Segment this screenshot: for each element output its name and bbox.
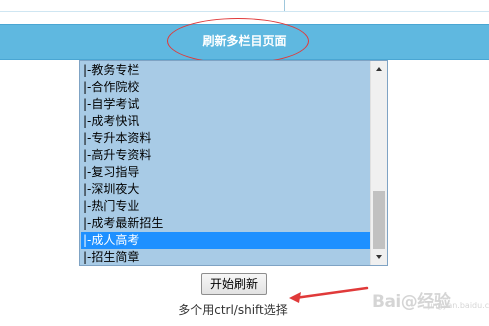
listbox-scrollbar[interactable] <box>370 61 387 265</box>
triangle-up-icon <box>376 67 382 71</box>
list-item[interactable]: |-高升专资料 <box>81 147 371 164</box>
scroll-down-button[interactable] <box>371 249 387 265</box>
top-bar <box>0 0 489 12</box>
list-item[interactable]: |-热门专业 <box>81 198 371 215</box>
baidu-watermark-logo: Bai@经验 jingyan.baidu.com <box>370 285 489 315</box>
list-item[interactable]: |-专升本资料 <box>81 130 371 147</box>
scrollbar-thumb[interactable] <box>373 191 385 249</box>
list-item[interactable]: |-成考快讯 <box>81 113 371 130</box>
start-refresh-button[interactable]: 开始刷新 <box>201 273 267 295</box>
list-item[interactable]: |-自学考试 <box>81 96 371 113</box>
column-listbox[interactable]: |-教务专栏 |-合作院校 |-自学考试 |-成考快讯 |-专升本资料 |-高升专资料 |-… <box>79 60 388 266</box>
list-item[interactable]: |-复习指导 <box>81 164 371 181</box>
watermark-url: jingyan.baidu.com <box>428 301 489 310</box>
page-title: 刷新多栏目页面 <box>202 34 287 48</box>
list-item[interactable]: |-成人高考 <box>81 232 371 249</box>
list-item[interactable]: |-招生简章 <box>81 249 371 265</box>
list-item[interactable]: |-合作院校 <box>81 79 371 96</box>
list-item[interactable]: |-成考最新招生 <box>81 215 371 232</box>
list-item[interactable]: |-教务专栏 <box>81 62 371 79</box>
top-bar-divider <box>284 0 285 11</box>
list-item[interactable]: |-深圳夜大 <box>81 181 371 198</box>
scroll-up-button[interactable] <box>371 61 387 77</box>
triangle-down-icon <box>376 255 382 259</box>
